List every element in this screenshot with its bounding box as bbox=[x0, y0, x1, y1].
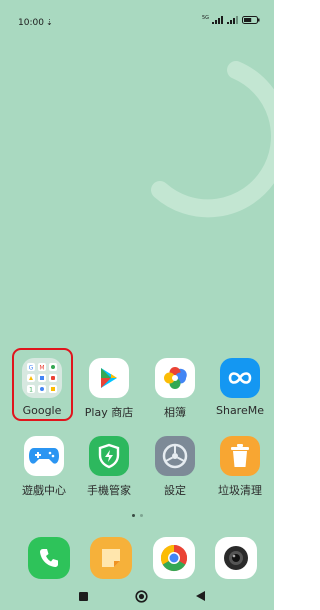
app-label: 垃圾清理 bbox=[218, 484, 262, 497]
shareme-icon bbox=[220, 358, 260, 398]
home-button[interactable] bbox=[133, 588, 149, 604]
settings-icon bbox=[155, 436, 195, 476]
signal-icon bbox=[212, 16, 223, 24]
app-label: ShareMe bbox=[215, 404, 264, 417]
square-icon bbox=[78, 591, 88, 601]
google-folder-icon: G M 1 bbox=[22, 358, 62, 398]
photos-icon bbox=[155, 358, 195, 398]
back-triangle-icon bbox=[195, 591, 205, 601]
dock-camera[interactable] bbox=[214, 537, 258, 581]
security-icon bbox=[89, 436, 129, 476]
chrome-icon bbox=[153, 537, 195, 579]
sync-icon: ⇣ bbox=[46, 18, 53, 27]
app-cleaner[interactable]: 垃圾清理 bbox=[210, 436, 270, 498]
home-screen: 10:00 ⇣ 5G G M 1 Google Play 商店 相簿 Share… bbox=[0, 0, 274, 610]
dock-phone[interactable] bbox=[27, 537, 71, 581]
network-type-label: 5G bbox=[201, 15, 209, 21]
clock: 10:00 bbox=[18, 18, 44, 28]
cleaner-icon bbox=[220, 436, 260, 476]
app-shareme[interactable]: ShareMe bbox=[210, 358, 270, 417]
navigation-bar bbox=[0, 582, 274, 610]
app-security[interactable]: 手機管家 bbox=[79, 436, 139, 498]
camera-icon bbox=[215, 537, 257, 579]
app-google-folder[interactable]: G M 1 Google bbox=[12, 358, 72, 417]
app-play-store[interactable]: Play 商店 bbox=[79, 358, 139, 420]
wallpaper-arc bbox=[151, 61, 274, 218]
page-dot bbox=[139, 514, 143, 517]
svg-text:M: M bbox=[39, 365, 44, 372]
app-settings[interactable]: 設定 bbox=[145, 436, 205, 498]
phone-icon bbox=[28, 537, 70, 579]
play-store-icon bbox=[89, 358, 129, 398]
signal-icon-2 bbox=[227, 16, 238, 24]
notes-icon bbox=[90, 537, 132, 579]
svg-text:1: 1 bbox=[29, 387, 33, 394]
dock-chrome[interactable] bbox=[152, 537, 196, 581]
app-label: 設定 bbox=[164, 484, 186, 497]
status-bar: 10:00 ⇣ 5G bbox=[0, 0, 274, 34]
game-center-icon bbox=[24, 436, 64, 476]
status-icons: 5G bbox=[202, 16, 260, 24]
battery-icon bbox=[242, 16, 260, 24]
app-label: 遊戲中心 bbox=[22, 484, 66, 497]
app-label: Google bbox=[22, 404, 62, 417]
app-photos[interactable]: 相簿 bbox=[145, 358, 205, 420]
page-dot-active bbox=[131, 514, 135, 517]
home-circle-icon bbox=[134, 589, 148, 603]
page-indicator bbox=[0, 514, 274, 517]
app-label: 相簿 bbox=[164, 406, 186, 419]
app-label: 手機管家 bbox=[87, 484, 131, 497]
svg-text:G: G bbox=[29, 365, 34, 372]
app-label: Play 商店 bbox=[84, 406, 134, 419]
recent-apps-button[interactable] bbox=[75, 588, 91, 604]
dock-notes[interactable] bbox=[89, 537, 133, 581]
back-button[interactable] bbox=[192, 588, 208, 604]
app-game-center[interactable]: 遊戲中心 bbox=[14, 436, 74, 498]
